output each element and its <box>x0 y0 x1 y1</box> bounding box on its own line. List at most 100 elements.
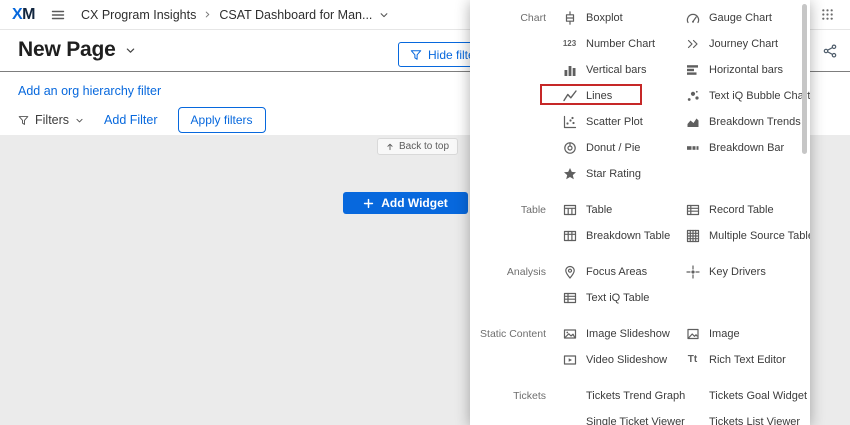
widget-menu-item-label: Text iQ Table <box>586 292 649 304</box>
arrow-up-icon <box>386 142 394 151</box>
widget-menu-item-video-slideshow[interactable]: Video Slideshow <box>562 347 685 373</box>
widget-menu-item-label: Scatter Plot <box>586 116 643 128</box>
chevron-right-icon <box>203 10 212 19</box>
filter-row: Filters Add Filter Apply filters <box>18 107 266 133</box>
widget-menu-item-label: Lines <box>586 90 612 102</box>
widget-menu-item-table[interactable]: Table <box>562 197 685 223</box>
widget-menu-item-label: Tickets List Viewer <box>709 416 800 425</box>
widget-menu-item-vertical-bars[interactable]: Vertical bars <box>562 57 685 83</box>
apps-grid-icon[interactable] <box>821 8 834 21</box>
widget-menu-item-focus-areas[interactable]: Focus Areas <box>562 259 685 285</box>
filter-funnel-icon <box>410 49 422 61</box>
horizontal-bars-icon <box>685 63 700 78</box>
widget-menu-item-rich-text-editor[interactable]: TtRich Text Editor <box>685 347 808 373</box>
hamburger-menu-icon[interactable] <box>51 8 65 22</box>
chevron-down-icon <box>75 116 84 125</box>
widget-menu-item-multiple-source-table[interactable]: Multiple Source Table <box>685 223 808 249</box>
widget-menu-item-image-slideshow[interactable]: Image Slideshow <box>562 321 685 347</box>
filters-dropdown-label: Filters <box>35 113 69 127</box>
widget-menu-item-label: Table <box>586 204 612 216</box>
add-filter-link[interactable]: Add Filter <box>104 113 158 127</box>
widget-menu-section-table: Table Table Breakdown Table Record TableMul… <box>470 197 810 249</box>
scrollbar-thumb[interactable] <box>802 4 807 154</box>
widget-menu-item-gauge-chart[interactable]: Gauge Chart <box>685 5 808 31</box>
section-label-table: Table <box>470 197 562 249</box>
boxplot-icon <box>562 11 577 26</box>
widget-menu-item-breakdown-table[interactable]: Breakdown Table <box>562 223 685 249</box>
widget-menu-item-single-ticket-viewer[interactable]: Single Ticket Viewer <box>562 409 685 425</box>
widget-menu-item-record-table[interactable]: Record Table <box>685 197 808 223</box>
star-icon <box>562 167 577 182</box>
back-to-top-button[interactable]: Back to top <box>377 138 458 155</box>
scatter-plot-icon <box>562 115 577 130</box>
widget-menu-item-label: Image <box>709 328 740 340</box>
focus-areas-icon <box>562 265 577 280</box>
widget-menu-item-label: Image Slideshow <box>586 328 670 340</box>
widget-menu-item-image[interactable]: Image <box>685 321 808 347</box>
widget-menu-item-tickets-trend-graph[interactable]: Tickets Trend Graph <box>562 383 685 409</box>
widget-menu-item-label: Focus Areas <box>586 266 647 278</box>
widget-menu-item-label: Rich Text Editor <box>709 354 786 366</box>
widget-menu-item-number-chart[interactable]: 123Number Chart <box>562 31 685 57</box>
widget-menu-item-key-drivers[interactable]: Key Drivers <box>685 259 808 285</box>
table-icon <box>562 203 577 218</box>
widget-menu-item-label: Journey Chart <box>709 38 778 50</box>
plus-icon <box>363 198 374 209</box>
widget-menu-item-breakdown-trends[interactable]: Breakdown Trends <box>685 109 808 135</box>
back-to-top-label: Back to top <box>399 141 449 152</box>
add-widget-button[interactable]: Add Widget <box>343 192 468 214</box>
xm-logo-x: X <box>12 6 22 23</box>
apply-filters-button[interactable]: Apply filters <box>178 107 266 133</box>
chevron-down-icon[interactable] <box>379 10 389 20</box>
share-icon[interactable] <box>823 44 837 58</box>
widget-menu-item-text-iq-bubble-chart[interactable]: Text iQ Bubble Chart <box>685 83 808 109</box>
widget-menu-item-boxplot[interactable]: Boxplot <box>562 5 685 31</box>
widget-menu-item-breakdown-bar[interactable]: Breakdown Bar <box>685 135 808 161</box>
xm-logo[interactable]: XM <box>12 6 35 24</box>
breakdown-table-icon <box>562 229 577 244</box>
org-hierarchy-filter-link[interactable]: Add an org hierarchy filter <box>18 84 161 98</box>
vertical-bars-icon <box>562 63 577 78</box>
widget-menu-item-scatter-plot[interactable]: Scatter Plot <box>562 109 685 135</box>
widget-menu-item-text-iq-table[interactable]: Text iQ Table <box>562 285 685 311</box>
line-chart-icon <box>562 89 577 104</box>
add-widget-label: Add Widget <box>381 196 448 210</box>
widget-menu-section-analysis: Analysis Focus Areas Text iQ Table Key Driv… <box>470 259 810 311</box>
key-drivers-icon <box>685 265 700 280</box>
widget-menu-sections: ChartBoxplot123Number ChartVertical bars… <box>470 5 810 425</box>
section-label-static-content: Static Content <box>470 321 562 373</box>
no-icon <box>562 389 577 404</box>
widget-menu-item-lines[interactable]: Lines <box>562 83 685 109</box>
no-icon <box>685 415 700 425</box>
widget-menu-item-tickets-goal-widget[interactable]: Tickets Goal Widget <box>685 383 808 409</box>
xm-logo-m: M <box>22 6 35 23</box>
breadcrumb-item-program[interactable]: CX Program Insights <box>81 8 196 22</box>
widget-menu-item-label: Vertical bars <box>586 64 647 76</box>
textiq-table-icon <box>562 291 577 306</box>
widget-menu-item-tickets-list-viewer[interactable]: Tickets List Viewer <box>685 409 808 425</box>
filters-dropdown[interactable]: Filters <box>18 113 84 127</box>
widget-menu-item-label: Tickets Goal Widget <box>709 390 807 402</box>
widget-type-menu: ChartBoxplot123Number ChartVertical bars… <box>470 0 810 425</box>
journey-icon <box>685 37 700 52</box>
widget-menu-item-donut-pie[interactable]: Donut / Pie <box>562 135 685 161</box>
widget-menu-item-label: Breakdown Table <box>586 230 670 242</box>
widget-menu-item-journey-chart[interactable]: Journey Chart <box>685 31 808 57</box>
breadcrumb-item-dashboard[interactable]: CSAT Dashboard for Man... <box>219 8 372 22</box>
widget-menu-item-label: Gauge Chart <box>709 12 772 24</box>
widget-menu-item-label: Breakdown Bar <box>709 142 784 154</box>
widget-menu-item-star-rating[interactable]: Star Rating <box>562 161 685 187</box>
gauge-icon <box>685 11 700 26</box>
page-title-caret-icon[interactable] <box>125 45 136 56</box>
widget-menu-section-tickets: TicketsTickets Trend GraphSingle Ticket … <box>470 383 810 425</box>
widget-menu-item-label: Breakdown Trends <box>709 116 801 128</box>
widget-menu-item-label: Boxplot <box>586 12 623 24</box>
section-label-analysis: Analysis <box>470 259 562 311</box>
page-title: New Page <box>18 38 116 62</box>
widget-menu-item-horizontal-bars[interactable]: Horizontal bars <box>685 57 808 83</box>
section-label-tickets: Tickets <box>470 383 562 425</box>
image-icon <box>685 327 700 342</box>
no-icon <box>685 389 700 404</box>
widget-menu-item-label: Key Drivers <box>709 266 766 278</box>
multiple-source-table-icon <box>685 229 700 244</box>
